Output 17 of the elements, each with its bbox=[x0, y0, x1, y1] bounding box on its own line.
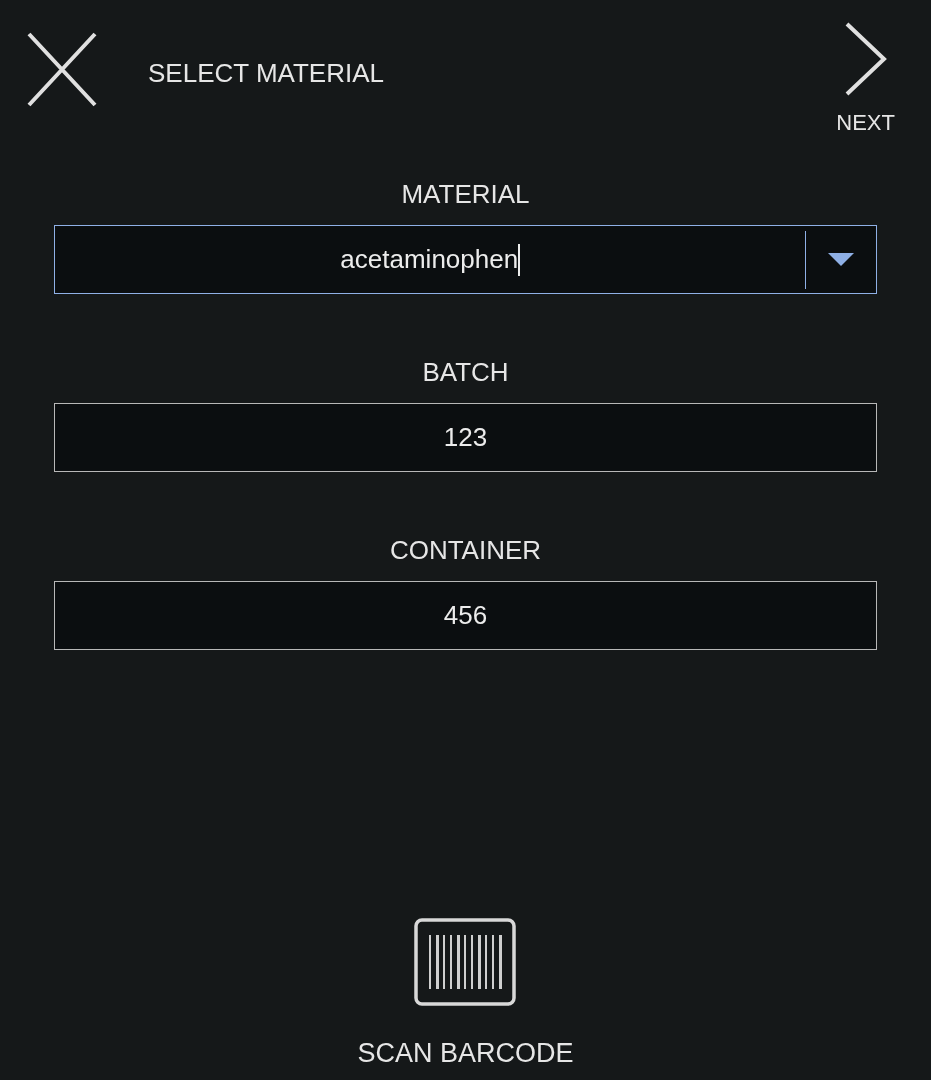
close-icon[interactable] bbox=[27, 32, 97, 107]
field-value: 456 bbox=[443, 599, 488, 632]
input-field[interactable]: 456 bbox=[54, 581, 877, 650]
field-value: 123 bbox=[443, 421, 488, 454]
input-field[interactable]: 123 bbox=[54, 403, 877, 472]
page-title: SELECT MATERIAL bbox=[148, 58, 384, 88]
barcode-icon bbox=[414, 918, 517, 1006]
dropdown-field[interactable]: acetaminophen bbox=[54, 225, 877, 294]
field-label: BATCH bbox=[422, 357, 509, 387]
field-label: CONTAINER bbox=[389, 535, 542, 565]
field-value: acetaminophen bbox=[340, 243, 519, 276]
chevron-right-icon[interactable] bbox=[843, 22, 888, 96]
caret-icon[interactable] bbox=[828, 252, 854, 267]
next-label[interactable]: NEXT bbox=[836, 110, 895, 136]
text-cursor bbox=[518, 243, 520, 276]
scan-barcode-button[interactable]: SCAN BARCODE bbox=[357, 918, 574, 1068]
field-label: MATERIAL bbox=[401, 179, 530, 209]
